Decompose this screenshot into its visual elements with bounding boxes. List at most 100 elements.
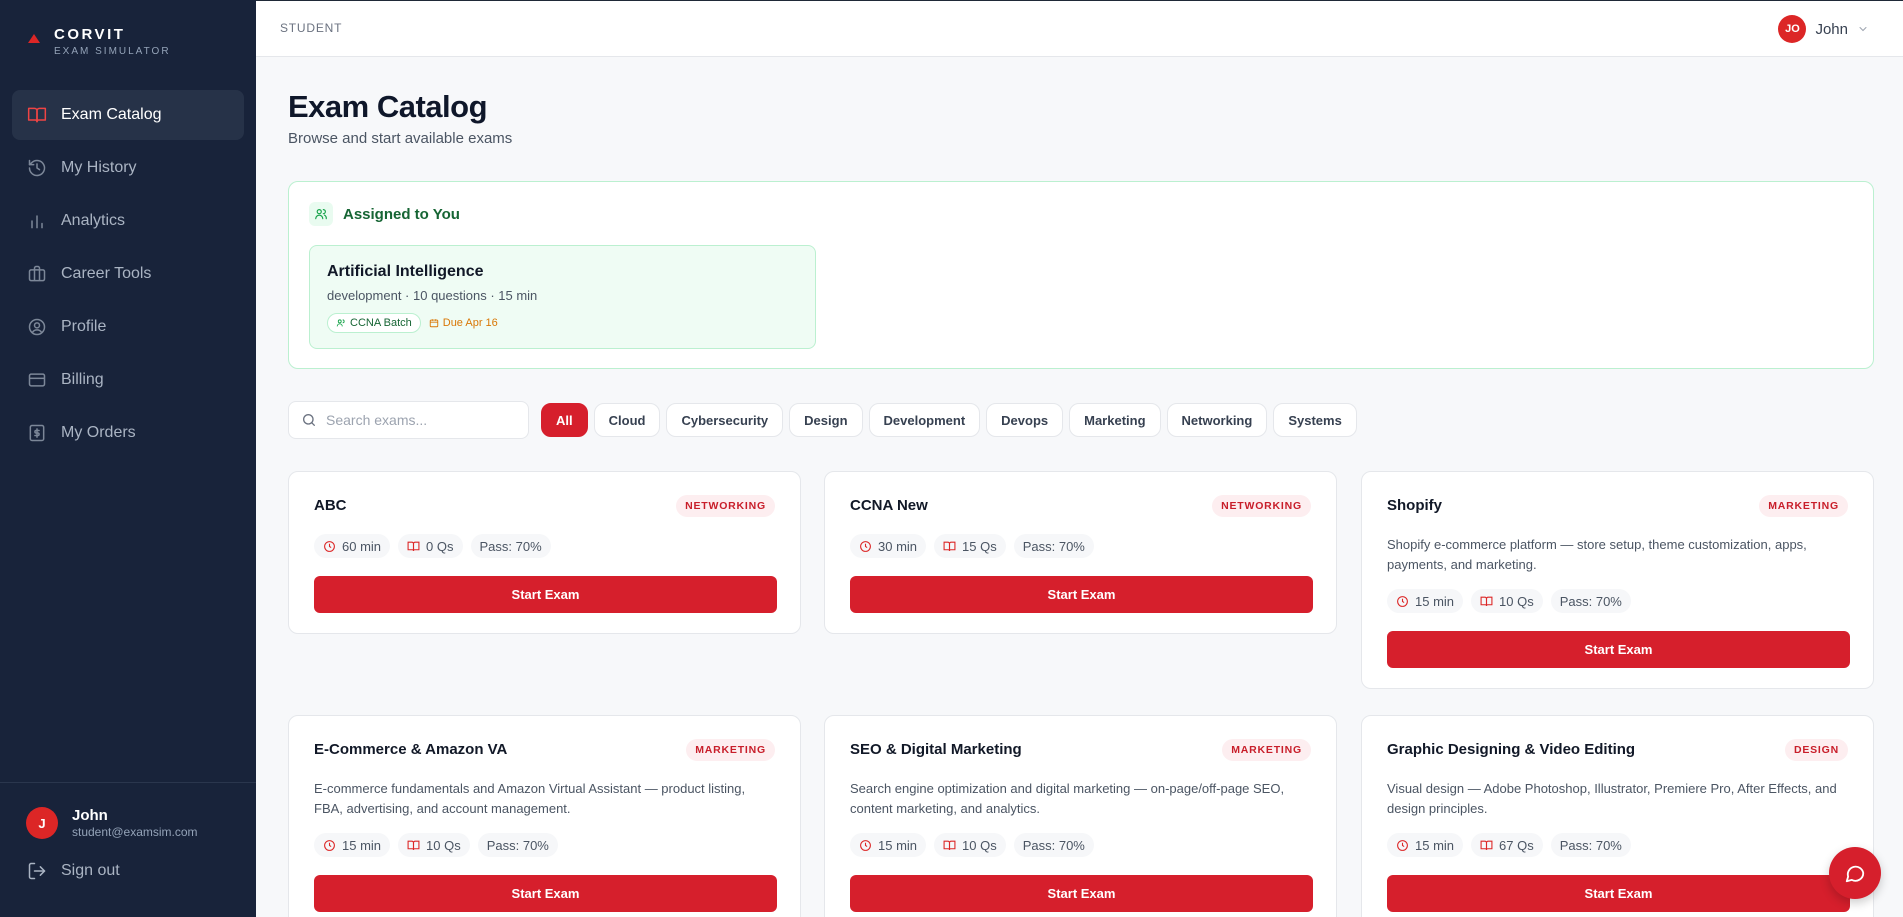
sidebar-item-exam-catalog[interactable]: Exam Catalog	[12, 90, 244, 140]
search-box	[288, 401, 529, 439]
duration-label: 15 min	[1415, 837, 1455, 853]
filter-chip-cybersecurity[interactable]: Cybersecurity	[666, 403, 784, 437]
sign-out-button[interactable]: Sign out	[0, 839, 256, 881]
questions-pill: 67 Qs	[1471, 833, 1543, 857]
clock-icon	[860, 540, 871, 552]
briefcase-icon	[27, 264, 47, 284]
duration-pill: 30 min	[850, 534, 927, 558]
brand-name: CORVIT	[54, 26, 126, 43]
clock-icon	[324, 839, 335, 851]
clock-icon	[1397, 839, 1408, 851]
assigned-header: Assigned to You	[309, 202, 460, 226]
questions-label: 10 Qs	[1499, 593, 1534, 609]
filter-chip-cloud[interactable]: Cloud	[593, 403, 661, 437]
users-icon	[309, 202, 333, 226]
duration-pill: 60 min	[314, 534, 391, 558]
questions-label: 67 Qs	[1499, 837, 1534, 853]
user-menu-name: John	[1815, 20, 1848, 38]
exam-meta: 15 min 10 Qs Pass: 70%	[850, 833, 1094, 857]
sidebar-nav: Exam Catalog My History Analytics Career…	[12, 90, 244, 461]
filter-chip-all[interactable]: All	[541, 403, 588, 437]
filter-chip-design[interactable]: Design	[789, 403, 863, 437]
sidebar-item-label: Exam Catalog	[61, 106, 162, 123]
pass-label: Pass: 70%	[1022, 837, 1085, 853]
page-subtitle: Browse and start available exams	[288, 130, 513, 147]
sidebar-item-label: Profile	[61, 318, 107, 335]
filter-chip-devops[interactable]: Devops	[986, 403, 1064, 437]
filter-chip-networking[interactable]: Networking	[1166, 403, 1268, 437]
book-open-icon	[27, 105, 47, 125]
pass-pill: Pass: 70%	[470, 534, 551, 558]
clock-icon	[860, 839, 871, 851]
user-menu[interactable]: JO John	[1778, 15, 1869, 43]
batch-label: CCNA Batch	[350, 317, 412, 329]
category-badge: MARKETING	[1222, 739, 1311, 761]
exam-description: Visual design — Adobe Photoshop, Illustr…	[1387, 781, 1837, 816]
duration-pill: 15 min	[1387, 833, 1464, 857]
exam-description: E-commerce fundamentals and Amazon Virtu…	[314, 781, 746, 816]
sidebar-item-career-tools[interactable]: Career Tools	[12, 249, 244, 299]
search-input[interactable]	[326, 412, 516, 428]
exam-meta: 15 min 10 Qs Pass: 70%	[314, 833, 558, 857]
clock-icon	[1397, 595, 1408, 607]
user-name: John	[72, 807, 108, 824]
sidebar-item-label: Billing	[61, 371, 104, 388]
pass-label: Pass: 70%	[1022, 538, 1085, 554]
sidebar-item-analytics[interactable]: Analytics	[12, 196, 244, 246]
brand-subtitle: EXAM SIMULATOR	[54, 46, 171, 57]
start-exam-button[interactable]: Start Exam	[314, 576, 777, 613]
duration-label: 15 min	[878, 837, 918, 853]
assigned-heading: Assigned to You	[343, 205, 460, 223]
sidebar-item-profile[interactable]: Profile	[12, 302, 244, 352]
pass-pill: Pass: 70%	[1013, 534, 1094, 558]
due-date: Due Apr 16	[429, 317, 498, 329]
category-badge: DESIGN	[1784, 739, 1848, 761]
avatar: J	[26, 807, 58, 839]
sidebar-user: J John student@examsim.com	[0, 783, 256, 839]
category-badge: MARKETING	[1759, 495, 1848, 517]
sign-out-icon	[28, 862, 46, 880]
brand-logo[interactable]: CORVIT EXAM SIMULATOR	[28, 26, 171, 58]
exam-card: SEO & Digital Marketing MARKETING Search…	[824, 715, 1337, 917]
assigned-exam-card[interactable]: Artificial Intelligence development · 10…	[309, 245, 816, 349]
calendar-icon	[429, 319, 438, 328]
exam-title: Graphic Designing & Video Editing	[1387, 741, 1636, 758]
sidebar-item-my-history[interactable]: My History	[12, 143, 244, 193]
sidebar-item-billing[interactable]: Billing	[12, 355, 244, 405]
chevron-down-icon	[1859, 27, 1867, 32]
start-exam-button[interactable]: Start Exam	[850, 576, 1313, 613]
questions-label: 10 Qs	[426, 837, 461, 853]
users-icon	[336, 319, 345, 327]
assigned-section: Assigned to You Artificial Intelligence …	[288, 181, 1874, 369]
questions-pill: 10 Qs	[934, 833, 1006, 857]
filter-chip-systems[interactable]: Systems	[1273, 403, 1357, 437]
book-open-icon	[943, 840, 956, 850]
sidebar: CORVIT EXAM SIMULATOR Exam Catalog My Hi…	[0, 0, 256, 917]
filter-chip-marketing[interactable]: Marketing	[1069, 403, 1161, 437]
sidebar-item-my-orders[interactable]: My Orders	[12, 408, 244, 458]
start-exam-button[interactable]: Start Exam	[314, 875, 777, 912]
exam-meta: 15 min 67 Qs Pass: 70%	[1387, 833, 1631, 857]
pass-label: Pass: 70%	[486, 837, 549, 853]
book-open-icon	[407, 840, 420, 850]
page-title: Exam Catalog	[288, 89, 488, 124]
start-exam-button[interactable]: Start Exam	[1387, 875, 1850, 912]
start-exam-button[interactable]: Start Exam	[850, 875, 1313, 912]
exam-title: Shopify	[1387, 497, 1442, 514]
questions-pill: 10 Qs	[398, 833, 470, 857]
start-exam-button[interactable]: Start Exam	[1387, 631, 1850, 668]
filter-chip-development[interactable]: Development	[868, 403, 981, 437]
sign-out-label: Sign out	[61, 862, 120, 879]
book-open-icon	[1480, 840, 1493, 850]
questions-pill: 10 Qs	[1471, 589, 1543, 613]
sidebar-item-label: My Orders	[61, 424, 136, 441]
questions-pill: 15 Qs	[934, 534, 1006, 558]
breadcrumb: STUDENT	[280, 21, 343, 35]
clock-icon	[324, 540, 335, 552]
exam-card: ABC NETWORKING 60 min 0 Qs Pass: 70% Sta…	[288, 471, 801, 634]
assigned-exam-title: Artificial Intelligence	[327, 263, 484, 280]
duration-label: 15 min	[1415, 593, 1455, 609]
logo-triangle-icon	[28, 34, 40, 43]
chat-button[interactable]	[1829, 847, 1881, 899]
exam-meta: 30 min 15 Qs Pass: 70%	[850, 534, 1094, 558]
